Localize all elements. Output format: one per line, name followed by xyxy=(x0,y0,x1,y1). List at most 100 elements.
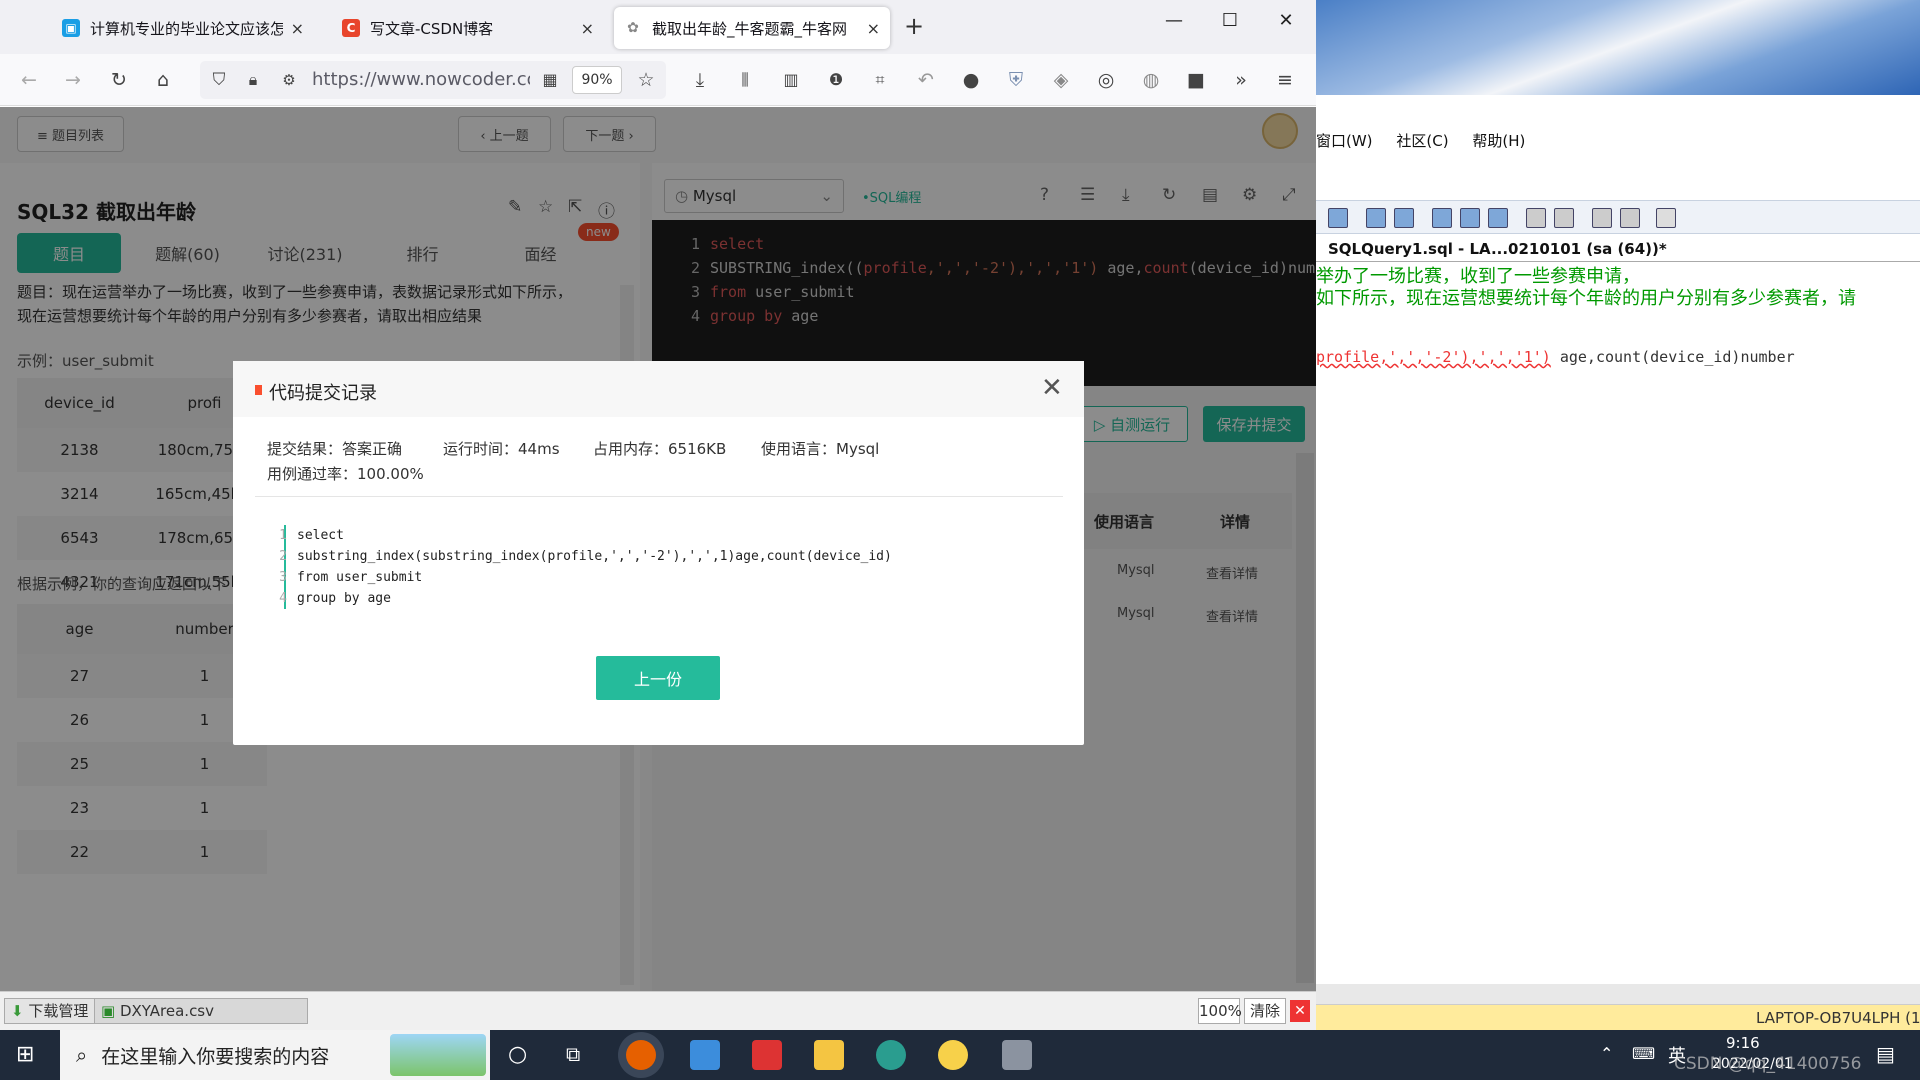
firefox-icon[interactable] xyxy=(626,1040,656,1070)
query-tab[interactable]: SQLQuery1.sql - LA...0210101 (sa (64))* xyxy=(1316,238,1920,262)
clear-downloads-button[interactable]: 清除 xyxy=(1244,998,1286,1024)
screenshot-icon[interactable]: ⌗ xyxy=(867,67,893,93)
lock-icon[interactable]: 🔒︎ xyxy=(240,67,266,93)
runtime: 运行时间：44ms xyxy=(443,440,560,458)
forward-icon[interactable]: → xyxy=(60,67,86,93)
toolbar-icon[interactable] xyxy=(1394,208,1414,228)
divider xyxy=(255,496,1063,497)
permissions-icon[interactable]: ⚙ xyxy=(276,67,302,93)
qr-code-icon[interactable]: ▦ xyxy=(537,67,563,93)
extension-badge-icon[interactable]: ❶ xyxy=(823,67,849,93)
close-tab-icon[interactable]: × xyxy=(867,19,880,38)
toolbar-icon[interactable] xyxy=(1656,208,1676,228)
download-manager-button[interactable]: ⬇ 下载管理 xyxy=(4,998,96,1024)
title-marker xyxy=(255,385,262,395)
toolbar-icon[interactable] xyxy=(1554,208,1574,228)
download-icon[interactable]: ⤓ xyxy=(687,67,713,93)
submission-dialog: 代码提交记录 ✕ 提交结果：答案正确 运行时间：44ms 占用内存：6516KB… xyxy=(233,361,1084,745)
toolbar-icon[interactable] xyxy=(1432,208,1452,228)
tab-csdn-write[interactable]: C 写文章-CSDN博客 × xyxy=(332,7,604,49)
notification-icon[interactable]: ▤ xyxy=(1876,1042,1895,1066)
csdn-icon: C xyxy=(342,19,360,37)
close-window-button[interactable]: ✕ xyxy=(1266,10,1306,31)
save-icon[interactable] xyxy=(1328,208,1348,228)
ssms-toolbar xyxy=(1316,200,1920,234)
toolbar-icon[interactable] xyxy=(1460,208,1480,228)
library-icon[interactable]: ⫼ xyxy=(732,67,758,93)
toolbar-icon[interactable] xyxy=(1366,208,1386,228)
cortana-icon[interactable]: ○ xyxy=(508,1042,527,1067)
windows-taskbar: ⊞ ⌕ 在这里输入你要搜索的内容 ○ ⧉ ⌃ ⌨ 英 9:16 2022/02/… xyxy=(0,1030,1920,1080)
app-icon[interactable] xyxy=(690,1040,720,1070)
submit-language: 使用语言：Mysql xyxy=(761,440,880,458)
nowcoder-icon: ✿ xyxy=(624,19,642,37)
tray-chevron-icon[interactable]: ⌃ xyxy=(1600,1044,1613,1063)
horizontal-scrollbar[interactable] xyxy=(1316,984,1920,1004)
dialog-title: 代码提交记录 xyxy=(269,383,377,404)
submit-result: 提交结果：答案正确 xyxy=(267,440,403,458)
globe-icon[interactable]: ◍ xyxy=(1138,67,1164,93)
edge-icon[interactable] xyxy=(876,1040,906,1070)
windows-start-icon[interactable]: ⊞ xyxy=(16,1042,34,1067)
ssms-window: 窗口(W) 社区(C) 帮助(H) SQLQuery1.sql - LA...0… xyxy=(1316,0,1920,1030)
tab-bar: ▣ 计算机专业的毕业论文应该怎么... × C 写文章-CSDN博客 × ✿ 截… xyxy=(0,0,1316,54)
submitted-code: 1 select 2 substring_index(substring_index(… xyxy=(271,525,892,609)
home-icon[interactable]: ⌂ xyxy=(150,67,176,93)
extension-shield-icon[interactable]: ◈ xyxy=(1048,67,1074,93)
server-name: LAPTOP-OB7U4LPH (1 xyxy=(1756,1009,1920,1027)
zoom-level[interactable]: 90% xyxy=(572,66,622,94)
close-downloads-icon[interactable]: ✕ xyxy=(1290,1000,1310,1022)
toolbar-icon[interactable] xyxy=(1620,208,1640,228)
menu-help[interactable]: 帮助(H) xyxy=(1472,132,1525,150)
privacy-shield-icon[interactable]: ⛨ xyxy=(1003,67,1029,93)
csdn-watermark: CSDN @qq_41400756 xyxy=(1674,1054,1862,1074)
qq-icon[interactable] xyxy=(938,1040,968,1070)
search-highlight-image xyxy=(390,1034,486,1076)
menu-icon[interactable]: ≡ xyxy=(1272,67,1298,93)
code-line: 3 from user_submit xyxy=(279,570,423,585)
memory-usage: 占用内存：6516KB xyxy=(593,440,727,458)
sidebar-icon[interactable]: ▥ xyxy=(778,67,804,93)
extension-colors-icon[interactable]: ● xyxy=(958,67,984,93)
back-icon[interactable]: ← xyxy=(16,67,42,93)
url-text[interactable]: https://www.nowcoder.com xyxy=(312,69,530,90)
close-tab-icon[interactable]: × xyxy=(581,19,594,38)
minimize-button[interactable]: — xyxy=(1154,10,1194,31)
sql-code-line: profile,',','-2'),',','1') age,count(dev… xyxy=(1316,348,1795,366)
clock-time[interactable]: 9:16 xyxy=(1726,1034,1760,1052)
bookmark-star-icon[interactable]: ☆ xyxy=(633,67,659,93)
wps-icon[interactable] xyxy=(752,1040,782,1070)
downloads-bar: ⬇ 下载管理 ▣ DXYArea.csv 100% 清除 ✕ xyxy=(0,991,1316,1030)
maximize-button[interactable]: ☐ xyxy=(1210,10,1250,31)
file-explorer-icon[interactable] xyxy=(814,1040,844,1070)
browser-window: ▣ 计算机专业的毕业论文应该怎么... × C 写文章-CSDN博客 × ✿ 截… xyxy=(0,0,1316,1030)
extension-mask-icon[interactable]: ■ xyxy=(1183,67,1209,93)
new-tab-button[interactable]: + xyxy=(904,12,924,40)
toolbar-icon[interactable] xyxy=(1592,208,1612,228)
toolbar-icon[interactable] xyxy=(1526,208,1546,228)
code-line: 1 select xyxy=(279,528,344,543)
tab-nowcoder[interactable]: ✿ 截取出年龄_牛客题霸_牛客网 × xyxy=(614,7,890,49)
toolbar-icon[interactable] xyxy=(1488,208,1508,228)
download-zoom[interactable]: 100% xyxy=(1198,998,1242,1024)
menu-community[interactable]: 社区(C) xyxy=(1396,132,1448,150)
close-tab-icon[interactable]: × xyxy=(291,19,304,38)
task-view-icon[interactable]: ⧉ xyxy=(566,1042,580,1066)
taskbar-search[interactable]: ⌕ 在这里输入你要搜索的内容 xyxy=(60,1030,490,1080)
menu-window[interactable]: 窗口(W) xyxy=(1316,132,1373,150)
ssms-icon[interactable] xyxy=(1002,1040,1032,1070)
reload-icon[interactable]: ↻ xyxy=(106,67,132,93)
undo-icon[interactable]: ↶ xyxy=(913,67,939,93)
tab-csdn-article[interactable]: ▣ 计算机专业的毕业论文应该怎么... × xyxy=(52,7,314,49)
extension-ring-icon[interactable]: ◎ xyxy=(1093,67,1119,93)
shield-icon[interactable]: ⛉ xyxy=(206,67,232,93)
keyboard-icon[interactable]: ⌨ xyxy=(1632,1044,1655,1063)
previous-submission-button[interactable]: 上一份 xyxy=(596,656,720,700)
code-line: 4 group by age xyxy=(279,591,391,606)
close-icon[interactable]: ✕ xyxy=(1041,373,1063,403)
navigation-toolbar: ← → ↻ ⌂ ⛉ 🔒︎ ⚙ https://www.nowcoder.com … xyxy=(0,54,1316,106)
sql-comment-line: 如下所示，现在运营想要统计每个年龄的用户分别有多少参赛者，请 xyxy=(1316,288,1856,309)
download-file-item[interactable]: ▣ DXYArea.csv xyxy=(94,998,308,1024)
excel-file-icon: ▣ xyxy=(101,1002,120,1020)
overflow-chevron-icon[interactable]: » xyxy=(1228,67,1254,93)
